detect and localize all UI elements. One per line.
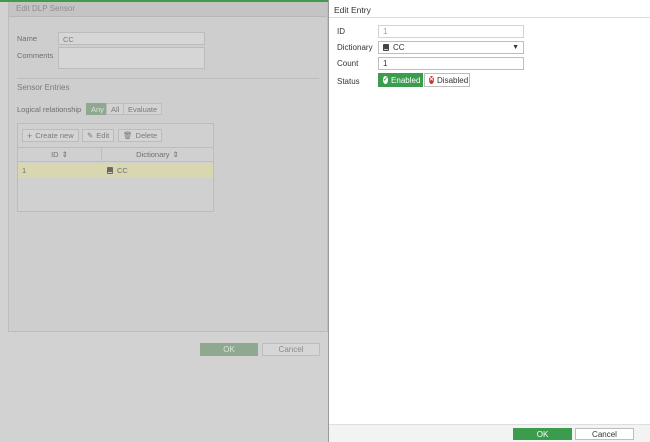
trash-icon: 🗑 <box>123 131 133 140</box>
edit-entry-panel: Edit Entry ID 1 Dictionary CC ▼ Count 1 … <box>328 0 650 442</box>
count-label: Count <box>337 59 359 68</box>
x-circle-icon: ✕ <box>429 76 435 84</box>
dictionary-label: Dictionary <box>337 43 373 52</box>
table-row[interactable]: 1 CC <box>18 163 213 178</box>
id-label: ID <box>337 27 345 36</box>
row-dictionary-cell: CC <box>107 166 128 175</box>
dictionary-book-icon <box>383 44 389 51</box>
status-enabled-button[interactable]: ✓ Enabled <box>378 73 423 87</box>
name-label: Name <box>17 34 38 43</box>
edit-dlp-sensor-dialog: Edit DLP Sensor Name CC Comments Sensor … <box>8 0 328 332</box>
pencil-icon: ✎ <box>87 131 94 140</box>
count-input[interactable]: 1 <box>378 57 524 70</box>
chevron-down-icon: ▼ <box>512 44 519 51</box>
ok-button[interactable]: OK <box>513 428 572 440</box>
logical-evaluate-option[interactable]: Evaluate <box>123 103 163 115</box>
edit-button[interactable]: ✎ Edit <box>82 129 115 142</box>
panel-title: Edit Entry <box>329 0 650 18</box>
dictionary-value: CC <box>393 43 405 52</box>
divider <box>17 78 319 79</box>
dictionary-book-icon <box>107 167 113 174</box>
delete-button[interactable]: 🗑 Delete <box>118 129 163 142</box>
sensor-entries-table: + Create new ✎ Edit 🗑 Delete ID ⇕ Dictio… <box>17 123 214 212</box>
status-disabled-label: Disabled <box>437 75 469 85</box>
logical-relationship-label: Logical relationship <box>17 105 82 114</box>
edit-label: Edit <box>96 131 110 140</box>
comments-label: Comments <box>17 51 54 60</box>
column-header-dictionary[interactable]: Dictionary ⇕ <box>102 147 213 162</box>
name-input[interactable]: CC <box>58 32 205 45</box>
column-dictionary-label: Dictionary <box>136 150 170 159</box>
create-new-button[interactable]: + Create new <box>22 129 79 142</box>
column-id-label: ID <box>51 150 59 159</box>
status-enabled-label: Enabled <box>391 75 421 85</box>
comments-textarea[interactable] <box>58 47 205 69</box>
sort-icon: ⇕ <box>172 150 179 159</box>
status-disabled-button[interactable]: ✕ Disabled <box>424 73 470 87</box>
dialog-title: Edit DLP Sensor <box>9 1 327 17</box>
panel-footer: OK Cancel <box>329 424 650 442</box>
cancel-button[interactable]: Cancel <box>575 428 634 440</box>
id-field: 1 <box>378 25 524 38</box>
create-new-label: Create new <box>35 131 74 140</box>
status-label: Status <box>337 77 360 86</box>
logical-all-option[interactable]: All <box>106 103 125 115</box>
row-dictionary-value: CC <box>117 166 128 175</box>
background-cancel-button[interactable]: Cancel <box>262 343 320 356</box>
background-ok-button[interactable]: OK <box>200 343 258 356</box>
column-header-id[interactable]: ID ⇕ <box>18 147 102 162</box>
plus-icon: + <box>27 130 33 141</box>
sort-icon: ⇕ <box>61 150 68 159</box>
sensor-entries-title: Sensor Entries <box>17 83 70 92</box>
dictionary-select[interactable]: CC ▼ <box>378 41 524 54</box>
row-id-cell: 1 <box>22 166 27 175</box>
delete-label: Delete <box>135 131 158 140</box>
check-circle-icon: ✓ <box>383 76 389 84</box>
